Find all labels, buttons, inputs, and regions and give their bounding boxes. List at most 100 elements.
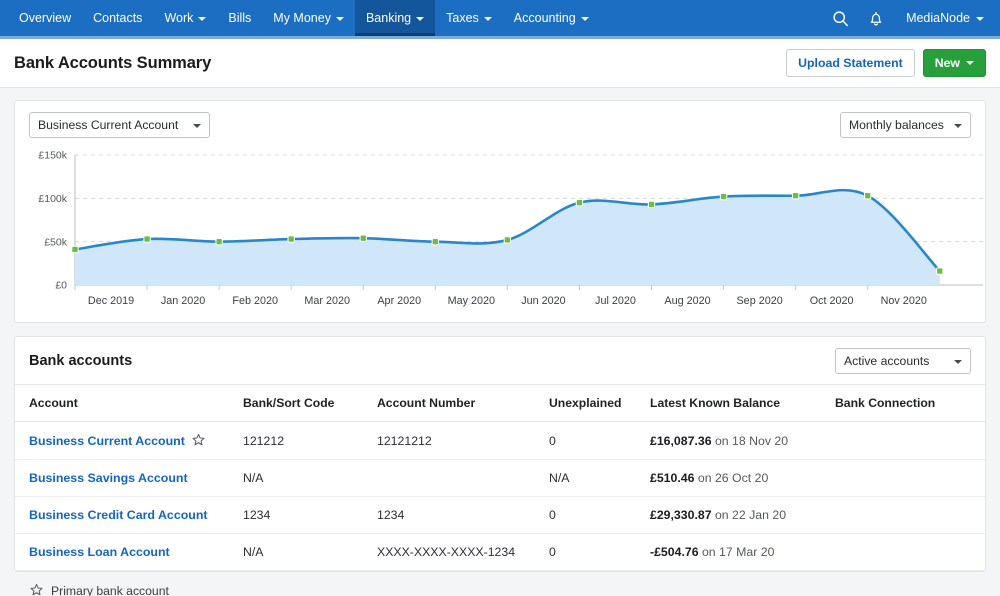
table-body: Business Current Account121212121212120£… (15, 422, 985, 571)
cell-sort-code: 121212 (243, 422, 377, 460)
nav-right-actions: MediaNode (824, 0, 1000, 36)
notifications-bell-icon[interactable] (860, 0, 892, 36)
chevron-down-icon (484, 17, 492, 21)
cell-account: Business Credit Card Account (15, 497, 243, 534)
chevron-down-icon (198, 17, 206, 21)
cell-account-number (377, 460, 549, 497)
nav-item-label: Work (164, 11, 193, 25)
main-content: Business Current Account Monthly balance… (0, 88, 1000, 596)
account-link[interactable]: Business Loan Account (29, 545, 170, 559)
data-point-marker[interactable] (288, 236, 294, 242)
data-point-marker[interactable] (216, 238, 222, 244)
cell-sort-code: N/A (243, 460, 377, 497)
x-axis-tick-label: Sep 2020 (736, 295, 782, 307)
data-point-marker[interactable] (864, 193, 870, 199)
chart-controls: Business Current Account Monthly balance… (15, 101, 985, 147)
balance-date: on 18 Nov 20 (712, 434, 789, 448)
account-link[interactable]: Business Savings Account (29, 471, 188, 485)
cell-account: Business Loan Account (15, 534, 243, 571)
x-axis-tick-label: Oct 2020 (810, 295, 854, 307)
page-title: Bank Accounts Summary (14, 54, 211, 73)
y-axis-tick-label: £0 (55, 280, 67, 292)
chevron-down-icon (336, 17, 344, 21)
bank-accounts-card: Bank accounts Active accounts AccountBan… (14, 336, 986, 572)
balance-range-select[interactable]: Monthly balances (840, 112, 971, 138)
nav-item-label: Bills (228, 11, 251, 25)
cell-sort-code: 1234 (243, 497, 377, 534)
cell-unexplained: N/A (549, 460, 650, 497)
column-header-unexplained: Unexplained (549, 385, 650, 422)
balance-amount: £29,330.87 (650, 508, 712, 522)
user-menu[interactable]: MediaNode (896, 11, 990, 25)
top-navigation-bar: Overview Contacts Work Bills My Money Banking… (0, 0, 1000, 36)
upload-statement-button[interactable]: Upload Statement (786, 49, 915, 77)
cell-bank-connection (835, 534, 985, 571)
y-axis-tick-label: £150k (38, 150, 67, 162)
chart-svg: £0£50k£100k£150kDec 2019Jan 2020Feb 2020… (15, 147, 1000, 319)
column-header-bank-connection: Bank Connection (835, 385, 985, 422)
cell-bank-connection (835, 460, 985, 497)
account-cell-wrap: Business Credit Card Account (29, 508, 237, 522)
chevron-down-icon (976, 17, 984, 21)
account-select[interactable]: Business Current Account (29, 112, 210, 138)
account-cell-wrap: Business Savings Account (29, 471, 237, 485)
nav-item-label: Accounting (514, 11, 576, 25)
nav-item-contacts[interactable]: Contacts (82, 0, 153, 36)
nav-item-work[interactable]: Work (153, 0, 217, 36)
nav-item-taxes[interactable]: Taxes (435, 0, 503, 36)
star-outline-icon (30, 583, 43, 596)
cell-account-number: 12121212 (377, 422, 549, 460)
column-header-account-number: Account Number (377, 385, 549, 422)
nav-item-accounting[interactable]: Accounting (503, 0, 600, 36)
table-row: Business Current Account121212121212120£… (15, 422, 985, 460)
data-point-marker[interactable] (432, 238, 438, 244)
nav-item-label: Overview (19, 11, 71, 25)
nav-underline (0, 36, 1000, 39)
nav-item-bills[interactable]: Bills (217, 0, 262, 36)
account-filter-wrap: Active accounts (835, 348, 971, 374)
balance-amount: £510.46 (650, 471, 694, 485)
balance-date: on 22 Jan 20 (712, 508, 787, 522)
x-axis-tick-label: Jun 2020 (521, 295, 565, 307)
balance-area-chart: £0£50k£100k£150kDec 2019Jan 2020Feb 2020… (15, 147, 985, 322)
cell-unexplained: 0 (549, 497, 650, 534)
data-point-marker[interactable] (937, 268, 943, 274)
nav-item-my-money[interactable]: My Money (262, 0, 355, 36)
star-outline-icon (192, 433, 205, 448)
data-point-marker[interactable] (792, 193, 798, 199)
x-axis-tick-label: Mar 2020 (304, 295, 350, 307)
data-point-marker[interactable] (72, 246, 78, 252)
account-link[interactable]: Business Current Account (29, 434, 185, 448)
cell-account-number: 1234 (377, 497, 549, 534)
cell-unexplained: 0 (549, 422, 650, 460)
account-link[interactable]: Business Credit Card Account (29, 508, 208, 522)
cell-account: Business Current Account (15, 422, 243, 460)
page-header-actions: Upload Statement New (786, 49, 986, 77)
nav-item-label: My Money (273, 11, 331, 25)
data-point-marker[interactable] (504, 237, 510, 243)
range-select-wrap: Monthly balances (840, 112, 971, 138)
primary-account-footnote-label: Primary bank account (51, 584, 169, 596)
account-select-wrap: Business Current Account (29, 112, 210, 138)
cell-account: Business Savings Account (15, 460, 243, 497)
data-point-marker[interactable] (576, 199, 582, 205)
account-filter-select[interactable]: Active accounts (835, 348, 971, 374)
column-header-latest-known-balance: Latest Known Balance (650, 385, 835, 422)
cell-latest-balance: -£504.76 on 17 Mar 20 (650, 534, 835, 571)
nav-item-overview[interactable]: Overview (8, 0, 82, 36)
cell-unexplained: 0 (549, 534, 650, 571)
chevron-down-icon (416, 17, 424, 21)
table-row: Business Credit Card Account123412340£29… (15, 497, 985, 534)
data-point-marker[interactable] (360, 235, 366, 241)
bank-accounts-table: AccountBank/Sort CodeAccount NumberUnexp… (15, 385, 985, 571)
cell-bank-connection (835, 422, 985, 460)
cell-latest-balance: £16,087.36 on 18 Nov 20 (650, 422, 835, 460)
search-icon[interactable] (824, 0, 856, 36)
new-button[interactable]: New (923, 49, 986, 77)
chevron-down-icon (966, 61, 974, 65)
nav-item-banking[interactable]: Banking (355, 0, 435, 36)
data-point-marker[interactable] (144, 236, 150, 242)
x-axis-tick-label: May 2020 (448, 295, 495, 307)
data-point-marker[interactable] (720, 193, 726, 199)
data-point-marker[interactable] (648, 201, 654, 207)
